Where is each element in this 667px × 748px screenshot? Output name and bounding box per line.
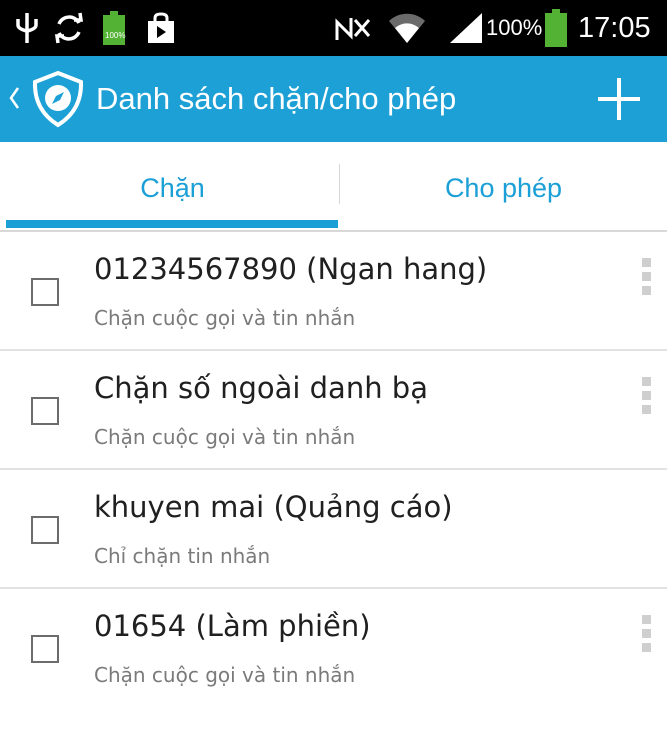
battery-icon [545, 0, 567, 56]
page-title: Danh sách chặn/cho phép [96, 81, 457, 116]
usb-icon [14, 0, 40, 56]
item-subtitle: Chặn cuộc gọi và tin nhắn [94, 663, 356, 687]
item-title: khuyen mai (Quảng cáo) [94, 490, 453, 524]
list-item[interactable]: 01654 (Làm phiền) Chặn cuộc gọi và tin n… [0, 589, 667, 708]
overflow-menu-icon[interactable] [632, 258, 662, 298]
item-subtitle: Chỉ chặn tin nhắn [94, 544, 271, 568]
nfc-icon [333, 0, 373, 56]
clock: 17:05 [578, 12, 651, 44]
item-subtitle: Chặn cuộc gọi và tin nhắn [94, 425, 356, 449]
block-list: 01234567890 (Ngan hang) Chặn cuộc gọi và… [0, 232, 667, 708]
add-button[interactable] [588, 70, 650, 128]
tab-allow[interactable]: Cho phép [340, 142, 667, 230]
list-item[interactable]: Chặn số ngoài danh bạ Chặn cuộc gọi và t… [0, 351, 667, 470]
action-bar: Danh sách chặn/cho phép [0, 56, 667, 142]
sync-icon [52, 0, 86, 56]
overflow-menu-icon[interactable] [632, 615, 662, 655]
tab-selected-indicator [6, 220, 338, 228]
overflow-menu-icon[interactable] [632, 377, 662, 417]
list-item[interactable]: khuyen mai (Quảng cáo) Chỉ chặn tin nhắn [0, 470, 667, 589]
wifi-icon [388, 0, 426, 56]
battery-small-label: 100% [105, 31, 126, 40]
item-title: 01234567890 (Ngan hang) [94, 252, 488, 286]
item-title: 01654 (Làm phiền) [94, 609, 371, 643]
add-icon [588, 78, 650, 132]
battery-small-icon: 100% [103, 0, 125, 56]
item-checkbox[interactable] [31, 397, 59, 425]
item-checkbox[interactable] [31, 516, 59, 544]
shopping-bag-icon [146, 0, 176, 56]
battery-percent: 100% [486, 15, 543, 40]
list-item[interactable]: 01234567890 (Ngan hang) Chặn cuộc gọi và… [0, 232, 667, 351]
status-bar: 100% 100% 17:05 [0, 0, 667, 56]
item-checkbox[interactable] [31, 278, 59, 306]
signal-icon [448, 0, 484, 56]
back-chevron-icon [8, 78, 20, 122]
tab-bar: Chặn Cho phép [0, 142, 667, 232]
up-navigation-button[interactable] [0, 56, 92, 142]
shield-logo-icon [30, 70, 86, 132]
item-subtitle: Chặn cuộc gọi và tin nhắn [94, 306, 356, 330]
item-checkbox[interactable] [31, 635, 59, 663]
tab-block[interactable]: Chặn [6, 142, 339, 230]
item-title: Chặn số ngoài danh bạ [94, 371, 428, 405]
